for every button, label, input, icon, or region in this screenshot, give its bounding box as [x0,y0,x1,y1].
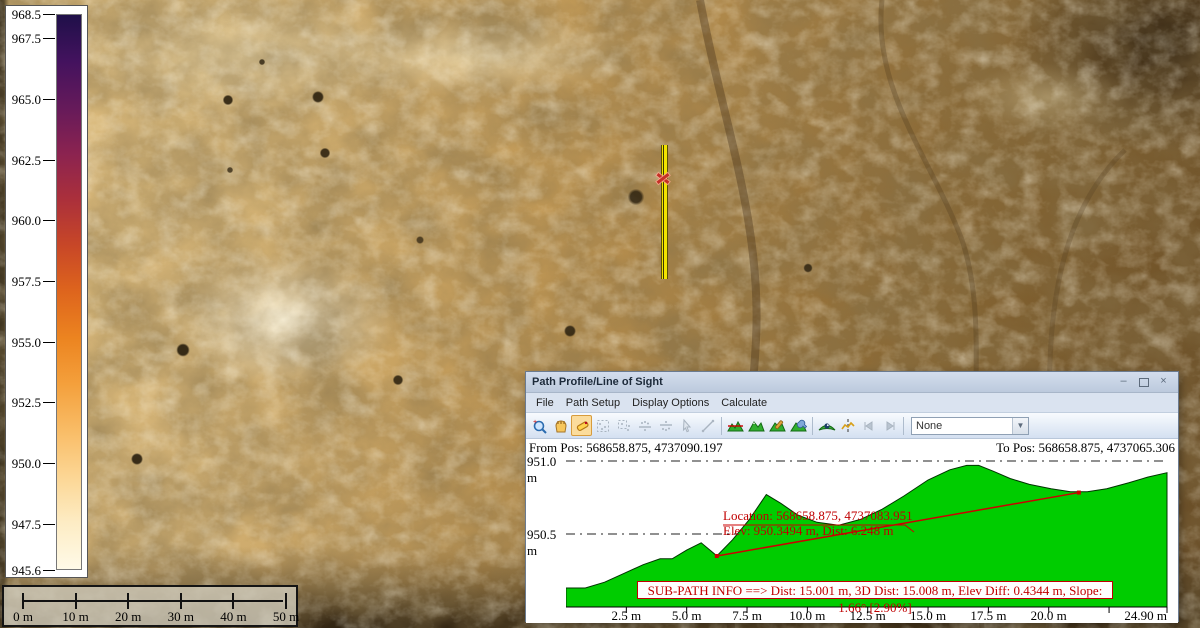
to-pos-label: To Pos: 568658.875, 4737065.306 [996,440,1175,459]
x-axis-label: 15.0 m [910,608,946,624]
scale-tick-label: 40 m [213,609,253,625]
profile-marker-icon[interactable] [837,415,858,436]
legend-tick-label: 957.5 [7,275,41,288]
y-axis-label: 951.0 m [527,454,564,486]
flatten-above-icon[interactable] [634,415,655,436]
scale-tick-label: 0 m [3,609,43,625]
scale-tick [22,593,24,609]
x-axis-label: 24.90 m [1124,608,1167,624]
legend-tick [43,463,55,464]
los-start-marker [715,554,719,558]
legend-tick-label: 968.5 [7,8,41,21]
terrain-edit-icon[interactable] [767,415,788,436]
overlay-select[interactable]: None ▼ [911,417,1029,435]
toolbar: + [526,413,1178,439]
x-axis-label: 5.0 m [672,608,702,624]
elevation-legend: 968.5 967.5 965.0 962.5 960.0 957.5 955.0 952.5… [5,5,88,578]
x-axis-label: 17.5 m [970,608,1006,624]
x-axis-label: 10.0 m [789,608,825,624]
measure-line-icon[interactable] [697,415,718,436]
cut-and-fill-icon[interactable] [725,415,746,436]
legend-tick-label: 960.0 [7,214,41,227]
legend-tick [43,38,55,39]
select-region-icon[interactable] [592,415,613,436]
svg-text:+: + [533,419,537,426]
maximize-button[interactable] [1135,375,1152,389]
flatten-below-icon[interactable] [655,415,676,436]
app-root: { "colorbar": { "ticks": [ {"v": 968.5, … [0,0,1200,628]
scale-tick [75,593,77,609]
position-row: From Pos: 568658.875, 4737090.197 To Pos… [526,439,1178,459]
legend-tick-label: 950.0 [7,457,41,470]
view-shed-icon[interactable] [816,415,837,436]
menu-display-options[interactable]: Display Options [626,395,715,411]
elevation-annotation: Elev: 950.3494 m, Dist: 6.248 m [723,523,893,538]
terrain-peak-icon[interactable] [746,415,767,436]
legend-tick [43,570,55,571]
toolbar-separator [903,417,904,435]
scale-tick-label: 20 m [108,609,148,625]
minimize-button[interactable]: – [1115,375,1132,389]
scale-tick [285,593,287,609]
scale-tick [232,593,234,609]
chevron-down-icon[interactable]: ▼ [1012,418,1028,434]
toolbar-separator [721,417,722,435]
legend-tick-label: 967.5 [7,32,41,45]
legend-tick-label: 955.0 [7,336,41,349]
pick-cursor-icon[interactable] [676,415,697,436]
x-axis-label: 7.5 m [732,608,762,624]
elevation-gradient-bar [56,14,82,570]
y-axis-label: 950.5 m [527,527,564,559]
scale-tick-label: 50 m [266,609,306,625]
legend-tick [43,524,55,525]
legend-tick [43,220,55,221]
path-line-core [663,145,664,279]
profile-chart[interactable]: 951.0 m950.5 m 2.5 m5.0 m7.5 m10.0 m12.5… [526,459,1178,623]
los-end-marker [1077,491,1081,495]
close-button[interactable]: × [1155,375,1172,389]
path-pick-tool-icon[interactable] [571,415,592,436]
scale-tick [180,593,182,609]
map-scale-bar: 0 m10 m20 m30 m40 m50 m [2,585,298,627]
scale-tick-label: 10 m [56,609,96,625]
x-axis-label: 2.5 m [612,608,642,624]
menu-path-setup[interactable]: Path Setup [560,395,626,411]
legend-tick [43,342,55,343]
profile-path-line[interactable] [660,145,667,279]
scale-tick-label: 30 m [161,609,201,625]
scale-bar-line [22,600,283,602]
pan-tool-icon[interactable] [550,415,571,436]
select-points-icon[interactable] [613,415,634,436]
prev-sample-icon[interactable] [858,415,879,436]
legend-tick [43,14,55,15]
subpath-info-box: SUB-PATH INFO ==> Dist: 15.001 m, 3D Dis… [637,581,1113,599]
legend-tick [43,99,55,100]
x-axis-label: 20.0 m [1031,608,1067,624]
path-profile-window: Path Profile/Line of Sight – × File Path… [525,371,1179,622]
menu-bar: File Path Setup Display Options Calculat… [526,393,1178,413]
legend-tick-label: 965.0 [7,93,41,106]
overlay-select-value: None [912,420,1012,432]
window-title: Path Profile/Line of Sight [532,376,1112,388]
zoom-tool-icon[interactable]: + [529,415,550,436]
current-position-marker-icon[interactable] [655,171,671,185]
legend-tick-label: 947.5 [7,518,41,531]
legend-tick [43,160,55,161]
legend-tick-label: 962.5 [7,154,41,167]
legend-tick [43,402,55,403]
menu-calculate[interactable]: Calculate [715,395,773,411]
terrain-tools-icon[interactable] [788,415,809,436]
menu-file[interactable]: File [530,395,560,411]
legend-tick-label: 945.6 [7,564,41,577]
legend-tick [43,281,55,282]
scale-tick [127,593,129,609]
window-titlebar[interactable]: Path Profile/Line of Sight – × [526,372,1178,393]
location-annotation: Location: 568658.875, 4737083.951 [723,508,913,523]
next-sample-icon[interactable] [879,415,900,436]
legend-tick-label: 952.5 [7,396,41,409]
toolbar-separator [812,417,813,435]
